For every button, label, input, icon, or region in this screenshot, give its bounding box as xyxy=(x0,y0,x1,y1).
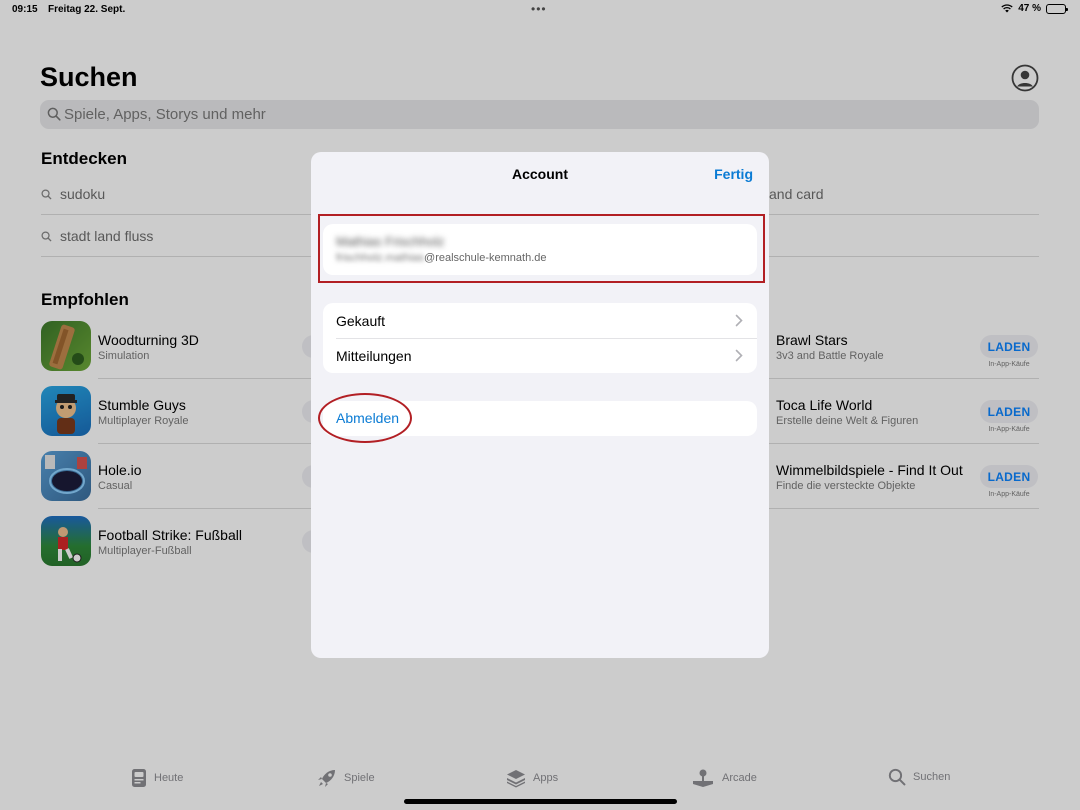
menu-item-label: Mitteilungen xyxy=(336,347,412,364)
app-store-screen: 09:15 Freitag 22. Sept. ••• 47 % Suchen … xyxy=(0,0,1080,810)
chevron-right-icon xyxy=(735,349,743,362)
sheet-title: Account xyxy=(512,166,568,182)
menu-group: Gekauft Mitteilungen xyxy=(323,303,757,373)
menu-item-purchased[interactable]: Gekauft xyxy=(323,303,757,338)
menu-item-label: Gekauft xyxy=(336,312,386,329)
highlight-rectangle xyxy=(318,214,765,283)
account-sheet: Account Fertig Mathias Frischholz frisch… xyxy=(311,152,769,658)
chevron-right-icon xyxy=(735,314,743,327)
highlight-ellipse xyxy=(318,393,412,443)
menu-item-notifications[interactable]: Mitteilungen xyxy=(323,338,757,373)
done-button[interactable]: Fertig xyxy=(714,166,753,182)
home-indicator[interactable] xyxy=(404,799,677,804)
